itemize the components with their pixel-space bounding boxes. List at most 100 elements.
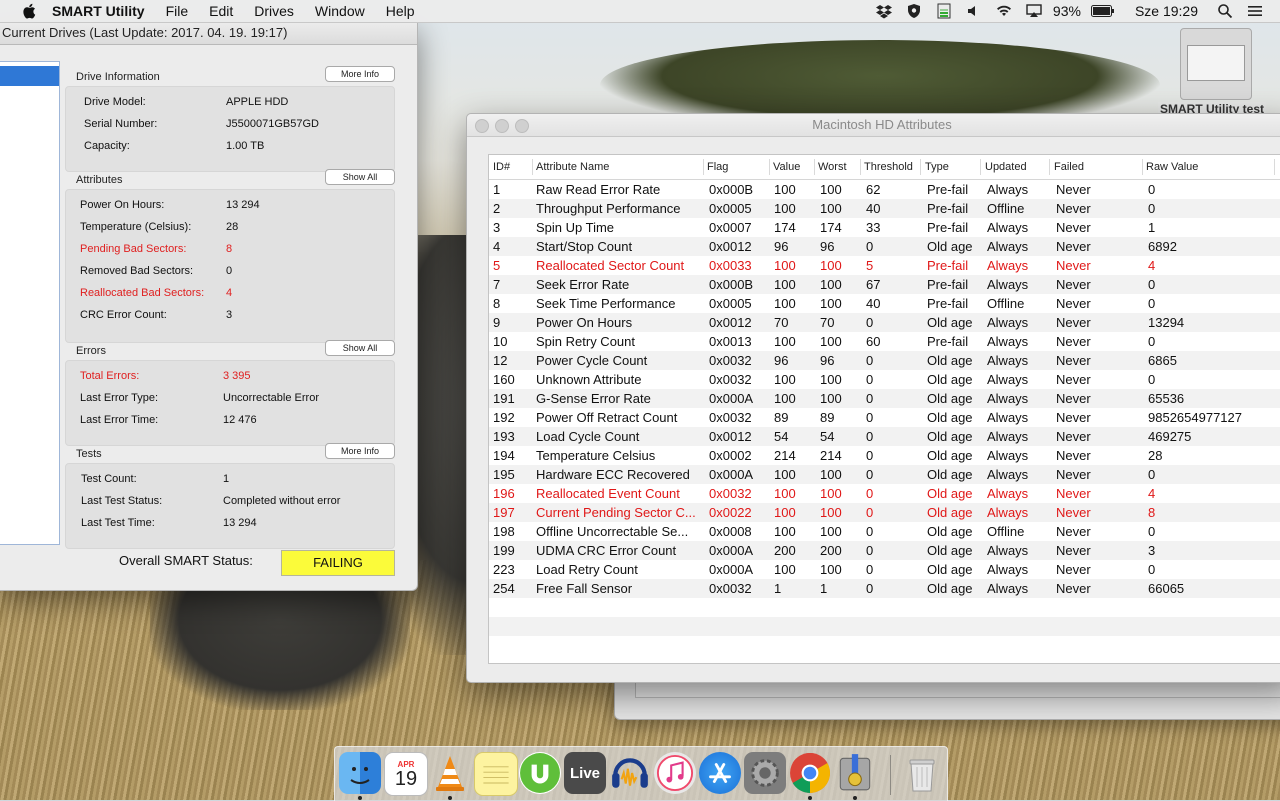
- trash-icon[interactable]: [901, 752, 943, 794]
- minimize-button[interactable]: [495, 119, 509, 133]
- column-updated[interactable]: Updated: [985, 161, 1027, 173]
- attributes-window-titlebar[interactable]: Macintosh HD Attributes: [467, 114, 1280, 137]
- table-row[interactable]: 197 Current Pending Sector C... 0x0022 100 1…: [489, 503, 1280, 522]
- cell-flag: 0x0033: [709, 258, 752, 273]
- cell-type: Old age: [927, 353, 973, 368]
- itunes-icon[interactable]: [654, 752, 696, 794]
- live-label: Live: [569, 764, 600, 782]
- table-row[interactable]: 2 Throughput Performance 0x0005 100 100 40 Pre…: [489, 199, 1280, 218]
- spotlight-search-icon[interactable]: [1216, 3, 1234, 19]
- cell-failed: Never: [1056, 581, 1091, 596]
- column-worst[interactable]: Worst: [818, 161, 847, 173]
- cell-type: Old age: [927, 239, 973, 254]
- table-row[interactable]: 4 Start/Stop Count 0x0012 96 96 0 Old age Alway…: [489, 237, 1280, 256]
- column-value[interactable]: Value: [773, 161, 800, 173]
- table-row[interactable]: 192 Power Off Retract Count 0x0032 89 89 0 Old…: [489, 408, 1280, 427]
- menu-app-name[interactable]: SMART Utility: [52, 3, 145, 19]
- power-on-hours-value: 13 294: [226, 199, 260, 211]
- dock-separator: [890, 755, 891, 795]
- table-row[interactable]: 193 Load Cycle Count 0x0012 54 54 0 Old age Alw…: [489, 427, 1280, 446]
- drive-more-info-button[interactable]: More Info: [325, 66, 395, 82]
- table-row[interactable]: 12 Power Cycle Count 0x0032 96 96 0 Old age Alw…: [489, 351, 1280, 370]
- chrome-icon[interactable]: [789, 752, 831, 794]
- table-row[interactable]: 199 UDMA CRC Error Count 0x000A 200 200 0 Old …: [489, 541, 1280, 560]
- table-row[interactable]: 5 Reallocated Sector Count 0x0033 100 100 5 Pr…: [489, 256, 1280, 275]
- dropbox-icon[interactable]: [875, 3, 893, 19]
- drive-list[interactable]: [0, 61, 60, 545]
- column-raw-value[interactable]: Raw Value: [1146, 161, 1198, 173]
- table-row[interactable]: 10 Spin Retry Count 0x0013 100 100 60 Pre-fail…: [489, 332, 1280, 351]
- apple-menu-icon[interactable]: [22, 3, 40, 19]
- table-row[interactable]: 3 Spin Up Time 0x0007 174 174 33 Pre-fail Alway…: [489, 218, 1280, 237]
- table-row[interactable]: 7 Seek Error Rate 0x000B 100 100 67 Pre-fail Al…: [489, 275, 1280, 294]
- cell-raw-value: 13294: [1148, 315, 1185, 330]
- table-row[interactable]: 198 Offline Uncorrectable Se... 0x0008 100 1…: [489, 522, 1280, 541]
- attributes-table[interactable]: ID# Attribute Name Flag Value Worst Thre…: [488, 154, 1280, 664]
- notes-icon[interactable]: [474, 752, 518, 796]
- battery-icon[interactable]: [1090, 3, 1115, 19]
- cell-type: Old age: [927, 467, 973, 482]
- table-row[interactable]: 223 Load Retry Count 0x000A 100 100 0 Old age A…: [489, 560, 1280, 579]
- cell-attribute-name: Throughput Performance: [536, 201, 681, 216]
- column-type[interactable]: Type: [925, 161, 949, 173]
- table-row[interactable]: 195 Hardware ECC Recovered 0x000A 100 100 0 Ol…: [489, 465, 1280, 484]
- zoom-button[interactable]: [515, 119, 529, 133]
- selected-drive-row[interactable]: [0, 66, 59, 86]
- cell-worst: 100: [820, 277, 842, 292]
- app-store-icon[interactable]: [699, 752, 741, 794]
- table-row[interactable]: 194 Temperature Celsius 0x0002 214 214 0 Old a…: [489, 446, 1280, 465]
- column-attribute-name[interactable]: Attribute Name: [536, 161, 609, 173]
- cell-worst: 1: [820, 581, 828, 596]
- table-row[interactable]: 196 Reallocated Event Count 0x0032 100 100 0 O…: [489, 484, 1280, 503]
- cell-updated: Always: [987, 410, 1029, 425]
- cell-updated: Always: [987, 182, 1029, 197]
- column-flag[interactable]: Flag: [707, 161, 728, 173]
- table-row[interactable]: 160 Unknown Attribute 0x0032 100 100 0 Old age…: [489, 370, 1280, 389]
- column-failed[interactable]: Failed: [1054, 161, 1084, 173]
- menu-file[interactable]: File: [166, 3, 189, 19]
- menu-window[interactable]: Window: [315, 3, 365, 19]
- cell-threshold: 0: [866, 239, 874, 254]
- cell-id: 160: [493, 372, 515, 387]
- drive-model-label: Drive Model:: [84, 96, 146, 108]
- menu-help[interactable]: Help: [386, 3, 415, 19]
- table-row[interactable]: 191 G-Sense Error Rate 0x000A 100 100 0 Old ag…: [489, 389, 1280, 408]
- wifi-icon[interactable]: [995, 3, 1013, 19]
- table-row[interactable]: 9 Power On Hours 0x0012 70 70 0 Old age Always N…: [489, 313, 1280, 332]
- cell-raw-value: 3: [1148, 543, 1156, 558]
- attributes-show-all-button[interactable]: Show All: [325, 169, 395, 185]
- system-preferences-icon[interactable]: [744, 752, 786, 794]
- overall-smart-status-label: Overall SMART Status:: [119, 553, 253, 568]
- cell-worst: 174: [820, 220, 842, 235]
- cell-value: 100: [774, 562, 796, 577]
- audacity-icon[interactable]: [609, 752, 651, 794]
- vlc-icon[interactable]: [429, 752, 471, 794]
- airplay-icon[interactable]: [1025, 3, 1043, 19]
- volume-icon[interactable]: [965, 3, 983, 19]
- close-button[interactable]: [475, 119, 489, 133]
- column-id[interactable]: ID#: [493, 161, 510, 173]
- activity-monitor-icon[interactable]: [935, 3, 953, 19]
- main-window-title[interactable]: Current Drives (Last Update: 2017. 04. 1…: [0, 22, 417, 45]
- cell-attribute-name: Free Fall Sensor: [536, 581, 633, 596]
- tests-more-info-button[interactable]: More Info: [325, 443, 395, 459]
- menu-edit[interactable]: Edit: [209, 3, 233, 19]
- errors-show-all-button[interactable]: Show All: [325, 340, 395, 356]
- cell-threshold: 0: [866, 448, 874, 463]
- finder-icon[interactable]: [339, 752, 381, 794]
- notification-center-icon[interactable]: [1246, 3, 1264, 19]
- cell-raw-value: 0: [1148, 562, 1156, 577]
- utorrent-icon[interactable]: [519, 752, 561, 794]
- shield-icon[interactable]: [905, 3, 923, 19]
- calendar-icon[interactable]: APR 19: [384, 752, 428, 796]
- window-thumbnail[interactable]: [1180, 28, 1252, 100]
- menu-drives[interactable]: Drives: [254, 3, 294, 19]
- live-icon[interactable]: Live: [564, 752, 606, 794]
- table-row[interactable]: 1 Raw Read Error Rate 0x000B 100 100 62 Pre-fa…: [489, 180, 1280, 199]
- table-row[interactable]: 8 Seek Time Performance 0x0005 100 100 40 Pre-…: [489, 294, 1280, 313]
- smart-utility-icon[interactable]: [834, 752, 876, 794]
- column-threshold[interactable]: Threshold: [864, 161, 913, 173]
- menu-clock[interactable]: Sze 19:29: [1135, 3, 1198, 19]
- reallocated-bad-sectors-value: 4: [226, 287, 233, 299]
- table-row[interactable]: 254 Free Fall Sensor 0x0032 1 1 0 Old age Alway…: [489, 579, 1280, 598]
